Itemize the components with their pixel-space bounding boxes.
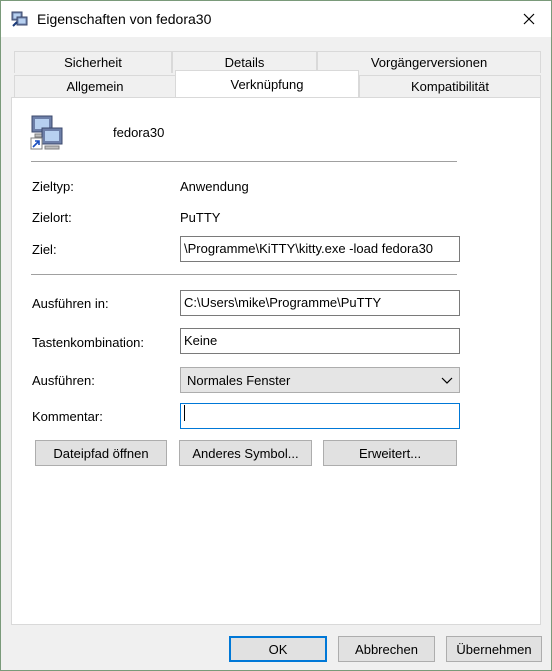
tastenkombination-label: Tastenkombination: <box>32 335 145 350</box>
tastenkombination-field[interactable]: Keine <box>180 328 460 354</box>
divider <box>31 274 457 275</box>
ausfuehren-in-field[interactable]: C:\Users\mike\Programme\PuTTY <box>180 290 460 316</box>
anderes-symbol-button[interactable]: Anderes Symbol... <box>179 440 312 466</box>
tab-allgemein[interactable]: Allgemein <box>14 75 176 97</box>
zieltyp-label: Zieltyp: <box>32 179 74 194</box>
properties-dialog: Eigenschaften von fedora30 Sicherheit De… <box>0 0 552 671</box>
ausfuehren-label: Ausführen: <box>32 373 95 388</box>
tab-verknuepfung[interactable]: Verknüpfung <box>175 70 359 97</box>
erweitert-button[interactable]: Erweitert... <box>323 440 457 466</box>
shortcut-name: fedora30 <box>113 125 165 140</box>
putty-computer-icon <box>30 115 63 150</box>
ausfuehren-select-value: Normales Fenster <box>187 373 291 388</box>
close-icon <box>523 13 535 25</box>
tab-label: Kompatibilität <box>410 79 490 94</box>
close-button[interactable] <box>507 1 551 37</box>
ok-button[interactable]: OK <box>229 636 327 662</box>
dateipfad-oeffnen-button[interactable]: Dateipfad öffnen <box>35 440 167 466</box>
tab-label: Allgemein <box>66 79 124 94</box>
ausfuehren-select[interactable]: Normales Fenster <box>180 367 460 393</box>
kommentar-label: Kommentar: <box>32 409 103 424</box>
tab-kompatibilitaet[interactable]: Kompatibilität <box>359 75 541 97</box>
tab-panel <box>11 97 541 625</box>
zielort-label: Zielort: <box>32 210 72 225</box>
ziel-field[interactable]: \Programme\KiTTY\kitty.exe -load fedora3… <box>180 236 460 262</box>
text-cursor <box>184 405 185 421</box>
tab-label: Verknüpfung <box>230 76 304 92</box>
abbrechen-button[interactable]: Abbrechen <box>338 636 435 662</box>
zielort-value: PuTTY <box>180 210 221 225</box>
tab-sicherheit[interactable]: Sicherheit <box>14 51 172 73</box>
title-bar: Eigenschaften von fedora30 <box>1 1 551 37</box>
tab-label: Details <box>224 55 265 70</box>
zieltyp-value: Anwendung <box>180 179 249 194</box>
ziel-label: Ziel: <box>32 242 57 257</box>
uebernehmen-button[interactable]: Übernehmen <box>446 636 542 662</box>
divider <box>31 161 457 162</box>
window-title: Eigenschaften von fedora30 <box>37 11 212 27</box>
putty-computer-icon <box>11 11 28 27</box>
chevron-down-icon <box>441 377 453 384</box>
tab-label: Sicherheit <box>64 55 122 70</box>
tab-label: Vorgängerversionen <box>370 55 488 70</box>
ausfuehren-in-label: Ausführen in: <box>32 296 109 311</box>
kommentar-field[interactable] <box>180 403 460 429</box>
